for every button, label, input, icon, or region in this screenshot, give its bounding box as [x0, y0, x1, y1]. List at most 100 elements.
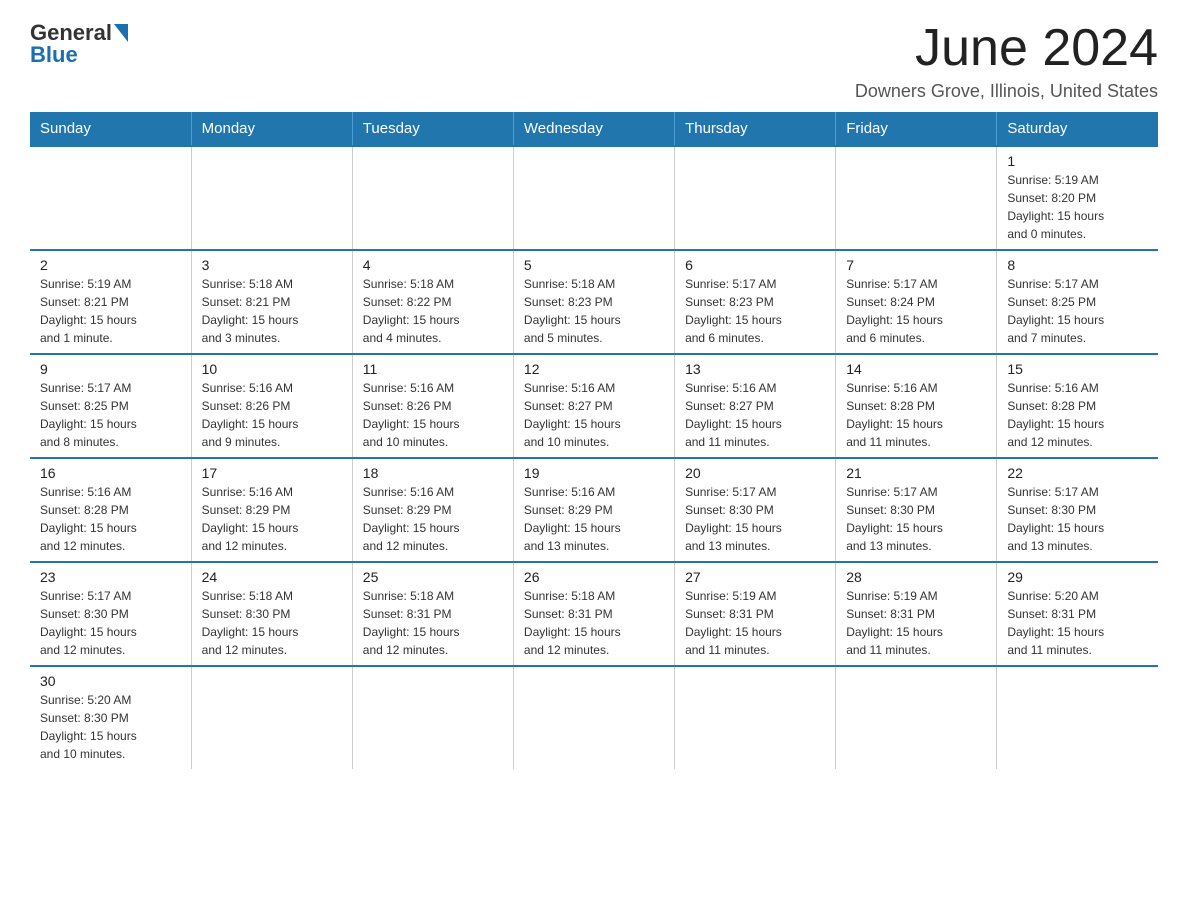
- day-number: 25: [363, 569, 503, 585]
- day-info: Sunrise: 5:17 AM Sunset: 8:30 PM Dayligh…: [846, 483, 986, 555]
- day-number: 20: [685, 465, 825, 481]
- calendar-cell: 20 Sunrise: 5:17 AM Sunset: 8:30 PM Dayli…: [675, 458, 836, 562]
- calendar-cell: 5Sunrise: 5:18 AM Sunset: 8:23 PM Daylig…: [513, 250, 674, 354]
- day-number: 26: [524, 569, 664, 585]
- week-row-2: 2 Sunrise: 5:19 AM Sunset: 8:21 PM Daylig…: [30, 250, 1158, 354]
- calendar-cell: 14 Sunrise: 5:16 AM Sunset: 8:28 PM Dayli…: [836, 354, 997, 458]
- day-number: 29: [1007, 569, 1148, 585]
- day-number: 6: [685, 257, 825, 273]
- calendar-cell: [191, 666, 352, 769]
- calendar-cell: 30 Sunrise: 5:20 AM Sunset: 8:30 PM Dayli…: [30, 666, 191, 769]
- calendar-cell: [836, 666, 997, 769]
- day-info: Sunrise: 5:16 AM Sunset: 8:29 PM Dayligh…: [202, 483, 342, 555]
- calendar-cell: 19Sunrise: 5:16 AM Sunset: 8:29 PM Dayli…: [513, 458, 674, 562]
- day-info: Sunrise: 5:17 AM Sunset: 8:23 PM Dayligh…: [685, 275, 825, 347]
- day-number: 8: [1007, 257, 1148, 273]
- day-of-week-tuesday: Tuesday: [352, 112, 513, 146]
- calendar-cell: 29 Sunrise: 5:20 AM Sunset: 8:31 PM Dayli…: [997, 562, 1158, 666]
- day-number: 7: [846, 257, 986, 273]
- location-subtitle: Downers Grove, Illinois, United States: [855, 81, 1158, 102]
- day-info: Sunrise: 5:18 AM Sunset: 8:22 PM Dayligh…: [363, 275, 503, 347]
- day-info: Sunrise: 5:17 AM Sunset: 8:25 PM Dayligh…: [40, 379, 181, 451]
- calendar-cell: 8Sunrise: 5:17 AM Sunset: 8:25 PM Daylig…: [997, 250, 1158, 354]
- calendar-cell: 4Sunrise: 5:18 AM Sunset: 8:22 PM Daylig…: [352, 250, 513, 354]
- calendar-cell: [513, 146, 674, 250]
- day-number: 18: [363, 465, 503, 481]
- day-info: Sunrise: 5:19 AM Sunset: 8:20 PM Dayligh…: [1007, 171, 1148, 243]
- day-info: Sunrise: 5:18 AM Sunset: 8:23 PM Dayligh…: [524, 275, 664, 347]
- day-number: 2: [40, 257, 181, 273]
- day-number: 30: [40, 673, 181, 689]
- calendar-body: 1 Sunrise: 5:19 AM Sunset: 8:20 PM Daylig…: [30, 146, 1158, 769]
- day-info: Sunrise: 5:19 AM Sunset: 8:31 PM Dayligh…: [846, 587, 986, 659]
- day-number: 13: [685, 361, 825, 377]
- calendar-cell: 28 Sunrise: 5:19 AM Sunset: 8:31 PM Dayli…: [836, 562, 997, 666]
- calendar-cell: 10Sunrise: 5:16 AM Sunset: 8:26 PM Dayli…: [191, 354, 352, 458]
- day-info: Sunrise: 5:19 AM Sunset: 8:21 PM Dayligh…: [40, 275, 181, 347]
- day-info: Sunrise: 5:16 AM Sunset: 8:27 PM Dayligh…: [685, 379, 825, 451]
- day-info: Sunrise: 5:17 AM Sunset: 8:24 PM Dayligh…: [846, 275, 986, 347]
- calendar-cell: 25 Sunrise: 5:18 AM Sunset: 8:31 PM Dayli…: [352, 562, 513, 666]
- calendar-cell: [30, 146, 191, 250]
- day-info: Sunrise: 5:16 AM Sunset: 8:26 PM Dayligh…: [363, 379, 503, 451]
- day-number: 1: [1007, 153, 1148, 169]
- day-info: Sunrise: 5:16 AM Sunset: 8:28 PM Dayligh…: [40, 483, 181, 555]
- calendar-cell: [513, 666, 674, 769]
- day-info: Sunrise: 5:16 AM Sunset: 8:28 PM Dayligh…: [1007, 379, 1148, 451]
- week-row-1: 1 Sunrise: 5:19 AM Sunset: 8:20 PM Daylig…: [30, 146, 1158, 250]
- calendar-cell: 6 Sunrise: 5:17 AM Sunset: 8:23 PM Daylig…: [675, 250, 836, 354]
- day-of-week-saturday: Saturday: [997, 112, 1158, 146]
- day-number: 28: [846, 569, 986, 585]
- calendar-cell: 15Sunrise: 5:16 AM Sunset: 8:28 PM Dayli…: [997, 354, 1158, 458]
- calendar-cell: [191, 146, 352, 250]
- calendar-cell: 9 Sunrise: 5:17 AM Sunset: 8:25 PM Daylig…: [30, 354, 191, 458]
- days-of-week-row: SundayMondayTuesdayWednesdayThursdayFrid…: [30, 112, 1158, 146]
- calendar-cell: [836, 146, 997, 250]
- calendar-header: SundayMondayTuesdayWednesdayThursdayFrid…: [30, 112, 1158, 146]
- calendar-cell: 23 Sunrise: 5:17 AM Sunset: 8:30 PM Dayli…: [30, 562, 191, 666]
- calendar-cell: 3 Sunrise: 5:18 AM Sunset: 8:21 PM Daylig…: [191, 250, 352, 354]
- day-info: Sunrise: 5:16 AM Sunset: 8:28 PM Dayligh…: [846, 379, 986, 451]
- week-row-6: 30 Sunrise: 5:20 AM Sunset: 8:30 PM Dayli…: [30, 666, 1158, 769]
- calendar-cell: 16Sunrise: 5:16 AM Sunset: 8:28 PM Dayli…: [30, 458, 191, 562]
- day-of-week-thursday: Thursday: [675, 112, 836, 146]
- calendar-cell: 7 Sunrise: 5:17 AM Sunset: 8:24 PM Daylig…: [836, 250, 997, 354]
- day-number: 3: [202, 257, 342, 273]
- day-number: 14: [846, 361, 986, 377]
- calendar-cell: 26Sunrise: 5:18 AM Sunset: 8:31 PM Dayli…: [513, 562, 674, 666]
- day-number: 10: [202, 361, 342, 377]
- day-number: 23: [40, 569, 181, 585]
- week-row-4: 16Sunrise: 5:16 AM Sunset: 8:28 PM Dayli…: [30, 458, 1158, 562]
- day-of-week-wednesday: Wednesday: [513, 112, 674, 146]
- day-info: Sunrise: 5:17 AM Sunset: 8:30 PM Dayligh…: [1007, 483, 1148, 555]
- day-info: Sunrise: 5:20 AM Sunset: 8:31 PM Dayligh…: [1007, 587, 1148, 659]
- day-number: 9: [40, 361, 181, 377]
- logo: General Blue: [30, 20, 128, 68]
- day-of-week-friday: Friday: [836, 112, 997, 146]
- calendar-cell: [352, 666, 513, 769]
- calendar-cell: [352, 146, 513, 250]
- calendar-cell: 2 Sunrise: 5:19 AM Sunset: 8:21 PM Daylig…: [30, 250, 191, 354]
- day-info: Sunrise: 5:18 AM Sunset: 8:31 PM Dayligh…: [363, 587, 503, 659]
- day-number: 12: [524, 361, 664, 377]
- calendar-cell: 22Sunrise: 5:17 AM Sunset: 8:30 PM Dayli…: [997, 458, 1158, 562]
- day-number: 24: [202, 569, 342, 585]
- title-section: June 2024 Downers Grove, Illinois, Unite…: [855, 20, 1158, 102]
- calendar-table: SundayMondayTuesdayWednesdayThursdayFrid…: [30, 112, 1158, 769]
- day-info: Sunrise: 5:18 AM Sunset: 8:21 PM Dayligh…: [202, 275, 342, 347]
- calendar-cell: 13 Sunrise: 5:16 AM Sunset: 8:27 PM Dayli…: [675, 354, 836, 458]
- day-info: Sunrise: 5:17 AM Sunset: 8:30 PM Dayligh…: [685, 483, 825, 555]
- day-info: Sunrise: 5:20 AM Sunset: 8:30 PM Dayligh…: [40, 691, 181, 763]
- day-number: 27: [685, 569, 825, 585]
- calendar-cell: 18Sunrise: 5:16 AM Sunset: 8:29 PM Dayli…: [352, 458, 513, 562]
- logo-blue-text: Blue: [30, 42, 78, 68]
- day-info: Sunrise: 5:17 AM Sunset: 8:30 PM Dayligh…: [40, 587, 181, 659]
- calendar-cell: 1 Sunrise: 5:19 AM Sunset: 8:20 PM Daylig…: [997, 146, 1158, 250]
- day-info: Sunrise: 5:16 AM Sunset: 8:27 PM Dayligh…: [524, 379, 664, 451]
- calendar-cell: 11 Sunrise: 5:16 AM Sunset: 8:26 PM Dayli…: [352, 354, 513, 458]
- week-row-3: 9 Sunrise: 5:17 AM Sunset: 8:25 PM Daylig…: [30, 354, 1158, 458]
- day-info: Sunrise: 5:19 AM Sunset: 8:31 PM Dayligh…: [685, 587, 825, 659]
- day-number: 17: [202, 465, 342, 481]
- day-info: Sunrise: 5:18 AM Sunset: 8:30 PM Dayligh…: [202, 587, 342, 659]
- day-number: 11: [363, 361, 503, 377]
